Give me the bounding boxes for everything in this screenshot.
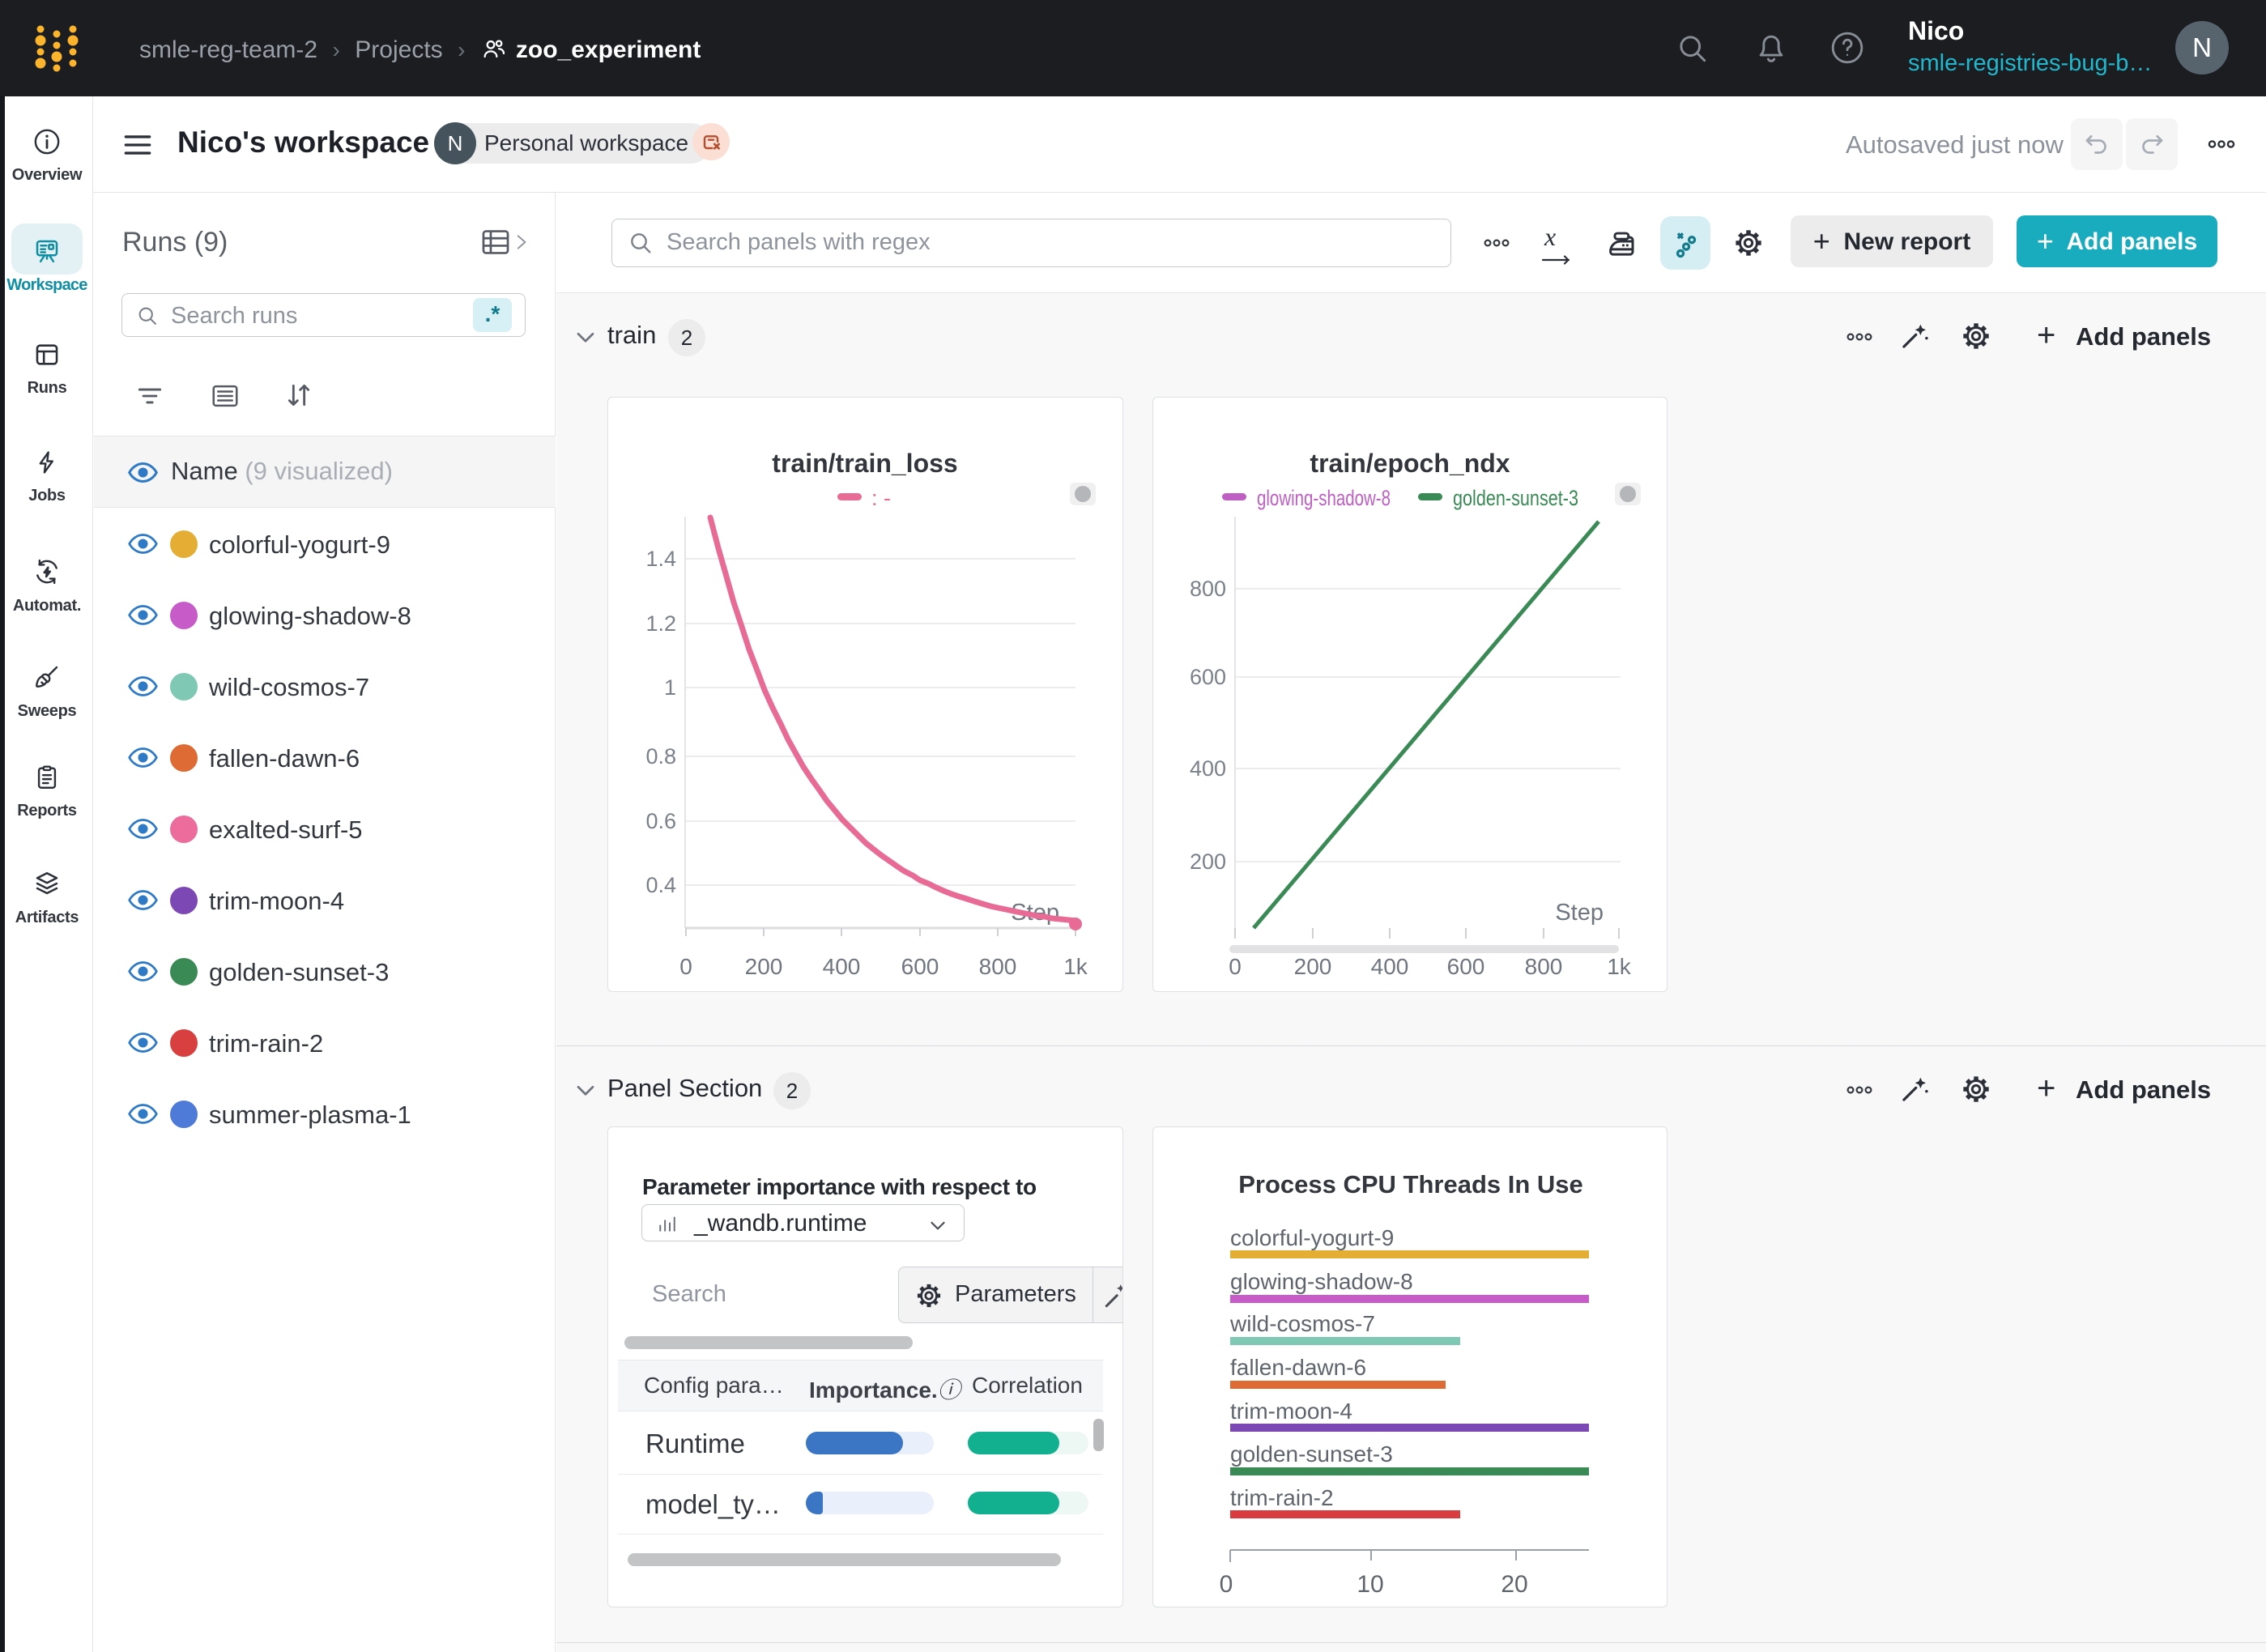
svg-text:200: 200 (1190, 849, 1226, 874)
svg-text:Step: Step (1555, 900, 1604, 926)
svg-text:wild-cosmos-7: wild-cosmos-7 (1229, 1311, 1375, 1336)
svg-text:200: 200 (745, 954, 783, 979)
svg-text:400: 400 (823, 954, 861, 979)
svg-text:colorful-yogurt-9: colorful-yogurt-9 (1230, 1225, 1394, 1250)
svg-text:600: 600 (1447, 954, 1485, 979)
svg-text:400: 400 (1190, 756, 1226, 781)
svg-text:600: 600 (1190, 665, 1226, 689)
svg-text:400: 400 (1371, 954, 1409, 979)
svg-text:glowing-shadow-8: glowing-shadow-8 (1257, 486, 1391, 510)
svg-text:trim-rain-2: trim-rain-2 (1230, 1485, 1334, 1510)
svg-text:1k: 1k (1607, 954, 1632, 979)
svg-text:1k: 1k (1063, 954, 1088, 979)
svg-text:0.6: 0.6 (645, 809, 676, 833)
svg-text:0: 0 (1220, 1571, 1233, 1598)
svg-text:0.8: 0.8 (645, 744, 676, 769)
svg-text:train/train_loss: train/train_loss (772, 449, 957, 478)
svg-text:10: 10 (1357, 1571, 1383, 1598)
svg-text:800: 800 (1525, 954, 1563, 979)
svg-text:trim-moon-4: trim-moon-4 (1230, 1399, 1352, 1424)
svg-text:golden-sunset-3: golden-sunset-3 (1230, 1441, 1393, 1467)
svg-text:200: 200 (1294, 954, 1332, 979)
svg-text:800: 800 (979, 954, 1017, 979)
svg-text:600: 600 (901, 954, 939, 979)
svg-text:20: 20 (1501, 1571, 1527, 1598)
svg-text:fallen-dawn-6: fallen-dawn-6 (1230, 1355, 1366, 1380)
svg-text:1.4: 1.4 (645, 547, 676, 571)
svg-text:train/epoch_ndx: train/epoch_ndx (1310, 449, 1510, 478)
svg-text:0.4: 0.4 (645, 873, 676, 897)
svg-text:1.2: 1.2 (645, 611, 676, 636)
svg-text:1: 1 (664, 675, 676, 700)
svg-text:golden-sunset-3: golden-sunset-3 (1453, 486, 1578, 510)
svg-text:0: 0 (1229, 954, 1242, 979)
svg-text:0: 0 (679, 954, 692, 979)
svg-text:: -: : - (871, 486, 891, 510)
svg-text:800: 800 (1190, 577, 1226, 601)
svg-text:glowing-shadow-8: glowing-shadow-8 (1230, 1269, 1413, 1294)
svg-text:Process CPU Threads In Use: Process CPU Threads In Use (1238, 1170, 1583, 1199)
